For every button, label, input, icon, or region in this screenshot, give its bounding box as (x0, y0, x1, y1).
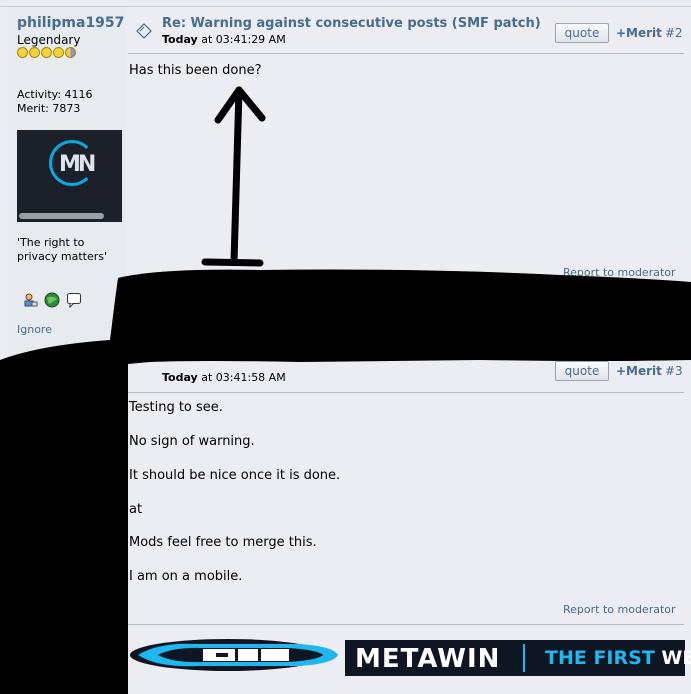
redaction-shape (0, 269, 691, 694)
arrow-annotation (201, 86, 266, 267)
arrow-shaft (230, 86, 243, 266)
redaction-scribble (0, 269, 691, 694)
arrow-base (201, 258, 264, 267)
forum-thread-page: philipma1957 Legendary Activity: 4116 Me… (0, 0, 691, 694)
annotation-overlay (0, 86, 691, 694)
